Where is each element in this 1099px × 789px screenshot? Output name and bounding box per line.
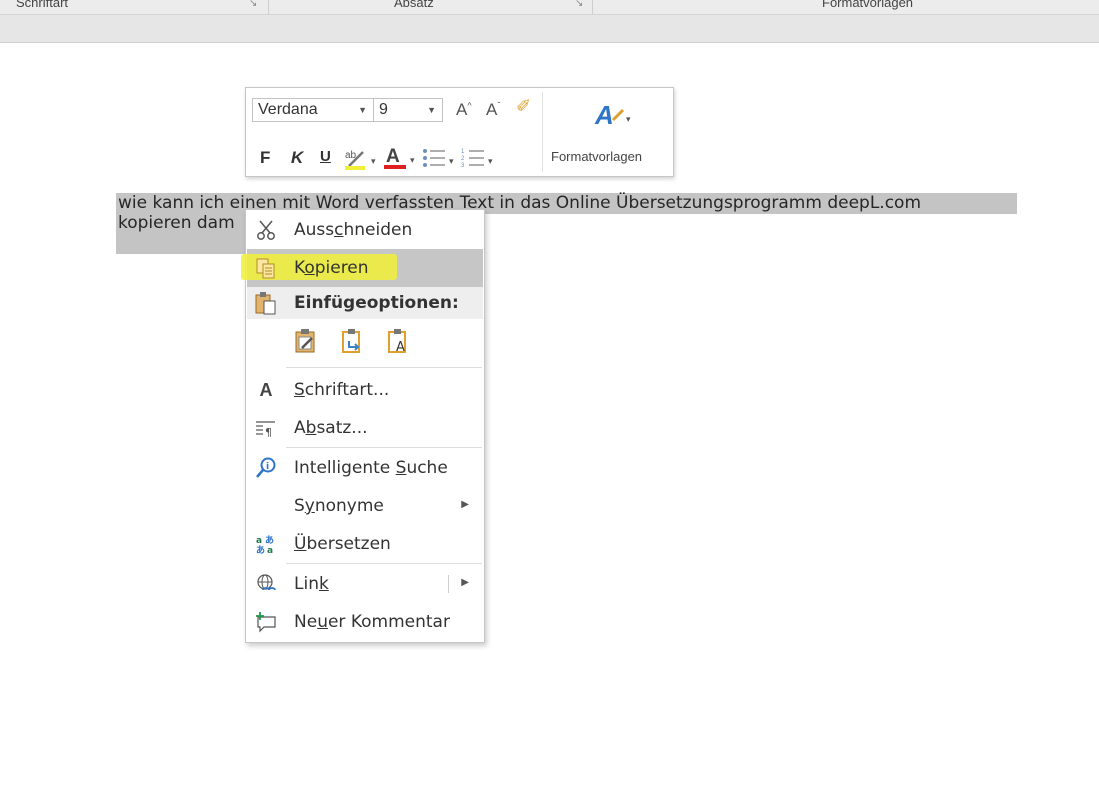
ribbon-group-styles: Formatvorlagen bbox=[822, 0, 914, 10]
svg-text:1: 1 bbox=[461, 149, 465, 155]
menu-item-label: Link bbox=[294, 574, 329, 594]
chevron-down-icon: ▼ bbox=[427, 105, 436, 115]
paragraph-icon: ¶ bbox=[255, 417, 277, 439]
svg-text:3: 3 bbox=[461, 163, 465, 169]
bullet-list-icon[interactable]: ▾ bbox=[421, 146, 459, 172]
menu-item-label: Synonyme bbox=[294, 496, 384, 516]
font-size-value: 9 bbox=[379, 101, 388, 118]
paste-options-row: A bbox=[294, 328, 410, 355]
paste-keep-formatting-icon[interactable] bbox=[294, 328, 318, 354]
paragraph-dialog-launcher-icon[interactable]: ↘ bbox=[575, 0, 583, 9]
menu-item-font[interactable]: A Schriftart... bbox=[247, 371, 483, 409]
menu-item-link[interactable]: Link ▶ bbox=[247, 565, 483, 603]
mini-toolbar: Verdana ▼ 9 ▼ A^ Aˇ ✐ A ▾ Formatvorlagen… bbox=[245, 87, 674, 177]
context-menu: Ausschneiden Kopieren Einfügeoptionen: A… bbox=[241, 209, 485, 643]
styles-icon[interactable]: A ▾ bbox=[591, 98, 637, 130]
svg-text:A: A bbox=[594, 100, 614, 130]
svg-text:2: 2 bbox=[461, 156, 465, 162]
grow-font-icon[interactable]: A^ bbox=[456, 100, 472, 120]
ribbon-group-paragraph: Absatz bbox=[394, 0, 434, 10]
menu-divider bbox=[286, 563, 482, 564]
svg-text:a: a bbox=[256, 536, 262, 546]
svg-text:▾: ▾ bbox=[449, 156, 454, 166]
menu-divider bbox=[286, 367, 482, 368]
font-name-value: Verdana bbox=[258, 101, 318, 118]
ribbon-group-font: Schriftart bbox=[16, 0, 69, 10]
shrink-font-icon[interactable]: Aˇ bbox=[486, 100, 500, 120]
menu-item-label: Kopieren bbox=[294, 258, 369, 278]
svg-text:▾: ▾ bbox=[488, 156, 493, 166]
highlight-color-icon[interactable]: ab ▾ bbox=[343, 146, 381, 172]
svg-text:i: i bbox=[266, 462, 269, 472]
translate-icon: aああa bbox=[255, 533, 277, 555]
format-painter-icon[interactable]: ✐ bbox=[516, 96, 531, 117]
smart-lookup-icon: i bbox=[255, 457, 277, 479]
menu-item-synonyms[interactable]: Synonyme ▶ bbox=[247, 487, 483, 525]
paste-merge-formatting-icon[interactable] bbox=[340, 328, 364, 354]
menu-item-label: Neuer Kommentar bbox=[294, 612, 450, 632]
svg-text:A: A bbox=[396, 340, 405, 354]
menu-item-new-comment[interactable]: Neuer Kommentar bbox=[247, 603, 483, 641]
menu-item-paragraph[interactable]: ¶ Absatz... bbox=[247, 409, 483, 447]
menu-item-cut[interactable]: Ausschneiden bbox=[247, 211, 483, 249]
font-name-select[interactable]: Verdana ▼ bbox=[252, 98, 374, 122]
document-text-line[interactable]: kopieren dam bbox=[116, 213, 246, 254]
font-color-icon[interactable]: A ▾ bbox=[383, 145, 419, 171]
svg-text:A: A bbox=[386, 146, 400, 167]
submenu-arrow-icon: ▶ bbox=[461, 499, 469, 510]
menu-section-paste-options: Einfügeoptionen: bbox=[247, 287, 483, 319]
styles-label[interactable]: Formatvorlagen bbox=[551, 149, 642, 164]
split-divider bbox=[448, 575, 449, 593]
link-icon bbox=[255, 573, 277, 595]
toolbar-divider bbox=[542, 92, 543, 172]
bold-button[interactable]: F bbox=[260, 148, 270, 168]
font-size-select[interactable]: 9 ▼ bbox=[373, 98, 443, 122]
svg-text:あ: あ bbox=[256, 545, 265, 555]
svg-text:▾: ▾ bbox=[626, 114, 631, 124]
menu-item-label: Ausschneiden bbox=[294, 220, 413, 240]
menu-item-label: Übersetzen bbox=[294, 534, 391, 554]
underline-button[interactable]: U bbox=[320, 148, 331, 165]
menu-item-label: Absatz... bbox=[294, 418, 368, 438]
submenu-arrow-icon[interactable]: ▶ bbox=[461, 577, 469, 588]
paste-icon bbox=[255, 292, 277, 315]
font-dialog-launcher-icon[interactable]: ↘ bbox=[249, 0, 257, 9]
menu-item-smart-lookup[interactable]: i Intelligente Suche bbox=[247, 449, 483, 487]
menu-item-label: Schriftart... bbox=[294, 380, 390, 400]
new-comment-icon bbox=[255, 611, 277, 633]
svg-text:¶: ¶ bbox=[265, 426, 272, 439]
menu-item-copy[interactable]: Kopieren bbox=[241, 249, 483, 287]
paste-options-label: Einfügeoptionen: bbox=[294, 293, 459, 313]
menu-item-translate[interactable]: aああa Übersetzen bbox=[247, 525, 483, 563]
italic-button[interactable]: K bbox=[291, 148, 303, 168]
menu-item-label: Intelligente Suche bbox=[294, 458, 448, 478]
font-icon: A bbox=[259, 379, 273, 400]
menu-divider bbox=[286, 447, 482, 448]
svg-text:▾: ▾ bbox=[371, 156, 376, 166]
ribbon-group-labels: Schriftart ↘ Absatz ↘ Formatvorlagen bbox=[0, 0, 1099, 15]
svg-text:a: a bbox=[267, 546, 273, 555]
svg-text:▾: ▾ bbox=[410, 155, 415, 165]
paste-text-only-icon[interactable]: A bbox=[386, 328, 410, 355]
chevron-down-icon: ▼ bbox=[358, 105, 367, 115]
scissors-icon bbox=[255, 219, 277, 241]
ribbon-bottom-bar bbox=[0, 15, 1099, 43]
copy-icon bbox=[255, 257, 277, 279]
svg-text:あ: あ bbox=[265, 535, 274, 546]
numbered-list-icon[interactable]: 123 ▾ bbox=[460, 146, 500, 172]
